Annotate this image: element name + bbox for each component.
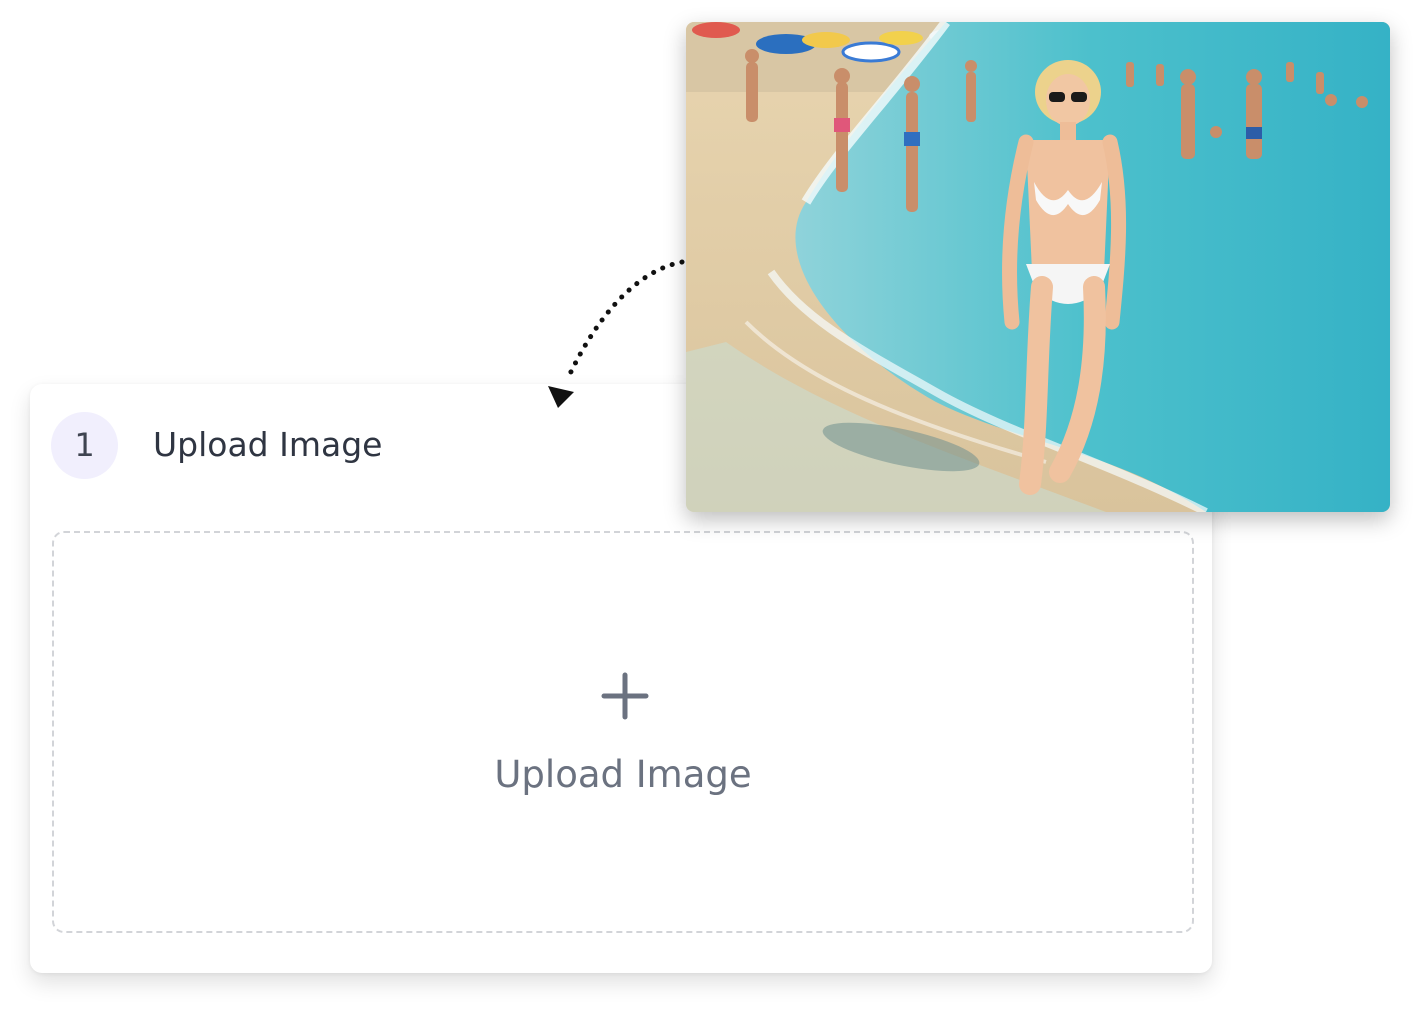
upload-image-label: Upload Image <box>494 753 752 796</box>
beach-scene-illustration <box>686 22 1390 512</box>
step-number-badge: 1 <box>51 412 118 479</box>
plus-icon <box>601 672 649 720</box>
example-beach-photo <box>686 22 1390 512</box>
curved-dotted-arrow-icon <box>548 259 685 408</box>
image-upload-dropzone[interactable]: Upload Image <box>52 531 1194 933</box>
step-title: Upload Image <box>153 425 383 464</box>
